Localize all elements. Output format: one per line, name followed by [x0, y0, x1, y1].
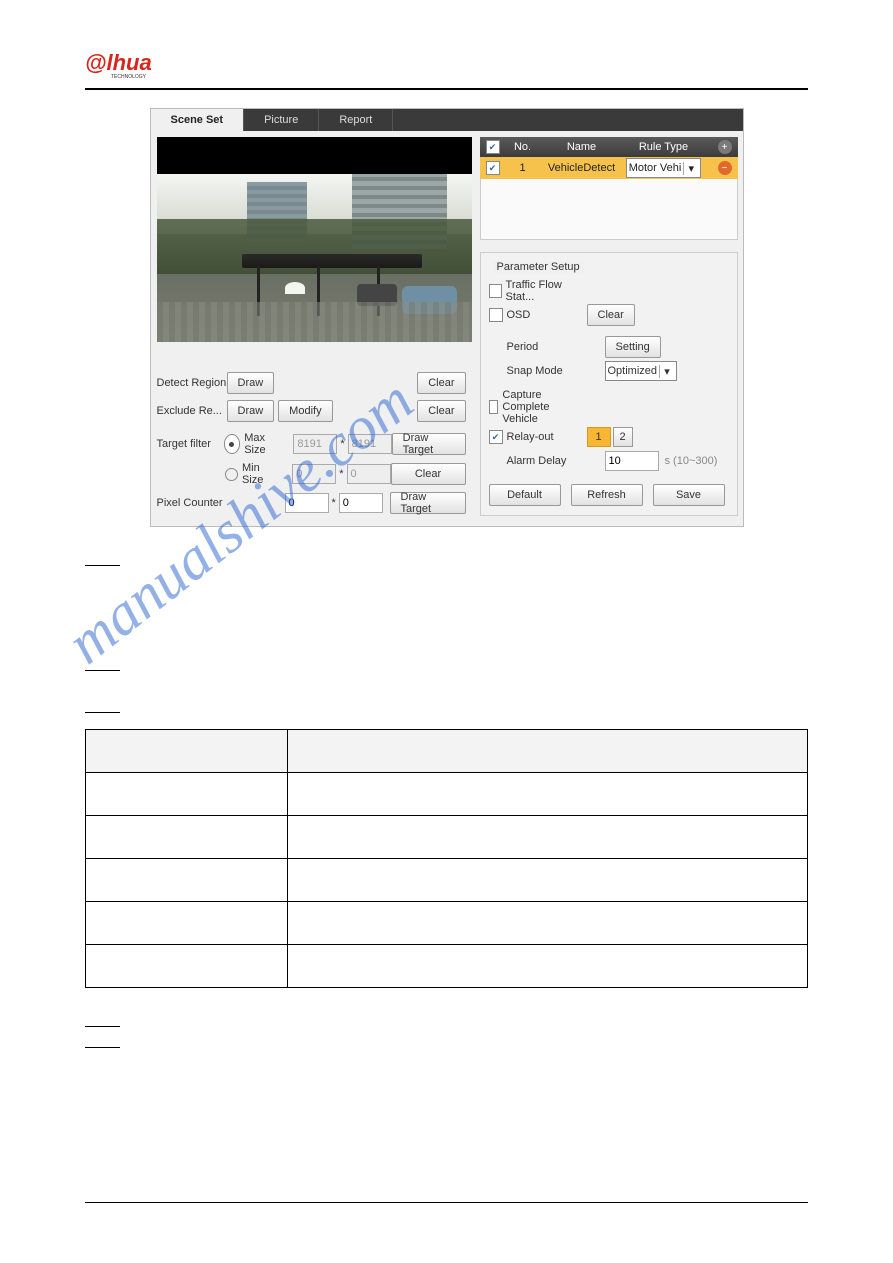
period-setting-button[interactable]: Setting — [605, 336, 661, 358]
pixel-counter-label: Pixel Counter — [157, 497, 227, 509]
table-cell — [86, 816, 288, 859]
table-cell — [288, 859, 808, 902]
min-height-input[interactable] — [347, 464, 391, 484]
rule-name: VehicleDetect — [540, 162, 624, 174]
tab-report[interactable]: Report — [319, 109, 393, 131]
table-cell — [288, 816, 808, 859]
rule-type-header: Rule Type — [624, 141, 704, 153]
detect-region-label: Detect Region — [157, 377, 227, 389]
min-size-radio[interactable]: Min Size — [225, 462, 283, 486]
document-body-text — [85, 547, 808, 715]
max-size-label: Max Size — [244, 432, 287, 456]
refresh-button[interactable]: Refresh — [571, 484, 643, 506]
capture-complete-checkbox[interactable] — [489, 400, 499, 414]
video-preview — [157, 137, 472, 342]
detect-region-draw-button[interactable]: Draw — [227, 372, 275, 394]
table-cell — [288, 773, 808, 816]
parameter-setup-panel: Parameter Setup Traffic Flow Stat... OSD… — [480, 252, 738, 516]
logo: @lhua TECHNOLOGY — [85, 50, 808, 80]
tab-scene-set[interactable]: Scene Set — [151, 109, 245, 131]
radio-icon — [225, 468, 238, 481]
table-cell — [86, 902, 288, 945]
relay-out-checkbox[interactable] — [489, 430, 503, 444]
table-header-col2 — [288, 730, 808, 773]
min-width-input[interactable] — [292, 464, 336, 484]
table-cell — [288, 902, 808, 945]
document-footer-text — [85, 1008, 808, 1050]
pixel-height-input[interactable] — [339, 493, 383, 513]
remove-rule-icon[interactable]: − — [718, 161, 732, 175]
chevron-down-icon: ▾ — [683, 162, 698, 175]
alarm-delay-unit: s (10~300) — [659, 455, 718, 467]
logo-text: @lhua — [85, 50, 152, 75]
osd-label: OSD — [507, 309, 531, 321]
table-cell — [86, 773, 288, 816]
traffic-flow-label: Traffic Flow Stat... — [506, 279, 587, 303]
chevron-down-icon: ▾ — [659, 365, 674, 378]
radio-selected-icon — [224, 434, 240, 454]
draw-target-max-button[interactable]: Draw Target — [392, 433, 466, 455]
alarm-delay-input[interactable] — [605, 451, 659, 471]
rules-table-header: No. Name Rule Type + — [480, 137, 738, 157]
osd-clear-button[interactable]: Clear — [587, 304, 635, 326]
footer-rule — [85, 1202, 808, 1203]
draw-target-pixel-button[interactable]: Draw Target — [390, 492, 466, 514]
target-filter-clear-button[interactable]: Clear — [391, 463, 466, 485]
exclude-region-modify-button[interactable]: Modify — [278, 400, 332, 422]
parameter-table — [85, 729, 808, 988]
snap-mode-select[interactable]: Optimized ▾ — [605, 361, 678, 381]
capture-complete-label: Capture Complete Vehicle — [502, 389, 586, 425]
tab-picture[interactable]: Picture — [244, 109, 319, 131]
tab-bar: Scene Set Picture Report — [151, 109, 743, 131]
min-size-label: Min Size — [242, 462, 283, 486]
screenshot-figure: Scene Set Picture Report — [150, 108, 744, 527]
no-header: No. — [506, 141, 540, 153]
max-height-input[interactable] — [348, 434, 392, 454]
pixel-width-input[interactable] — [285, 493, 329, 513]
header-rule — [85, 88, 808, 90]
table-cell — [86, 945, 288, 988]
relay-2-button[interactable]: 2 — [613, 427, 633, 447]
rule-checkbox[interactable] — [486, 161, 500, 175]
select-all-checkbox[interactable] — [486, 140, 500, 154]
logo-sub: TECHNOLOGY — [111, 74, 147, 80]
relay-1-button[interactable]: 1 — [587, 427, 611, 447]
osd-checkbox[interactable] — [489, 308, 503, 322]
rule-no: 1 — [506, 162, 540, 174]
rules-empty-area — [480, 179, 738, 240]
exclude-region-clear-button[interactable]: Clear — [417, 400, 465, 422]
exclude-region-label: Exclude Re... — [157, 405, 227, 417]
rule-type-select[interactable]: Motor Vehi ▾ — [626, 158, 702, 178]
detect-region-clear-button[interactable]: Clear — [417, 372, 465, 394]
max-width-input[interactable] — [293, 434, 337, 454]
add-rule-icon[interactable]: + — [718, 140, 732, 154]
parameter-setup-title: Parameter Setup — [493, 261, 584, 273]
max-size-radio[interactable]: Max Size — [224, 432, 288, 456]
name-header: Name — [540, 141, 624, 153]
table-header-col1 — [86, 730, 288, 773]
alarm-delay-label: Alarm Delay — [489, 455, 605, 467]
rule-row[interactable]: 1 VehicleDetect Motor Vehi ▾ − — [480, 157, 738, 179]
table-cell — [288, 945, 808, 988]
default-button[interactable]: Default — [489, 484, 561, 506]
target-filter-label: Target filter — [157, 438, 224, 450]
table-cell — [86, 859, 288, 902]
snap-mode-label: Snap Mode — [489, 365, 605, 377]
traffic-flow-checkbox[interactable] — [489, 284, 502, 298]
relay-out-label: Relay-out — [507, 431, 554, 443]
period-label: Period — [489, 341, 605, 353]
exclude-region-draw-button[interactable]: Draw — [227, 400, 275, 422]
save-button[interactable]: Save — [653, 484, 725, 506]
